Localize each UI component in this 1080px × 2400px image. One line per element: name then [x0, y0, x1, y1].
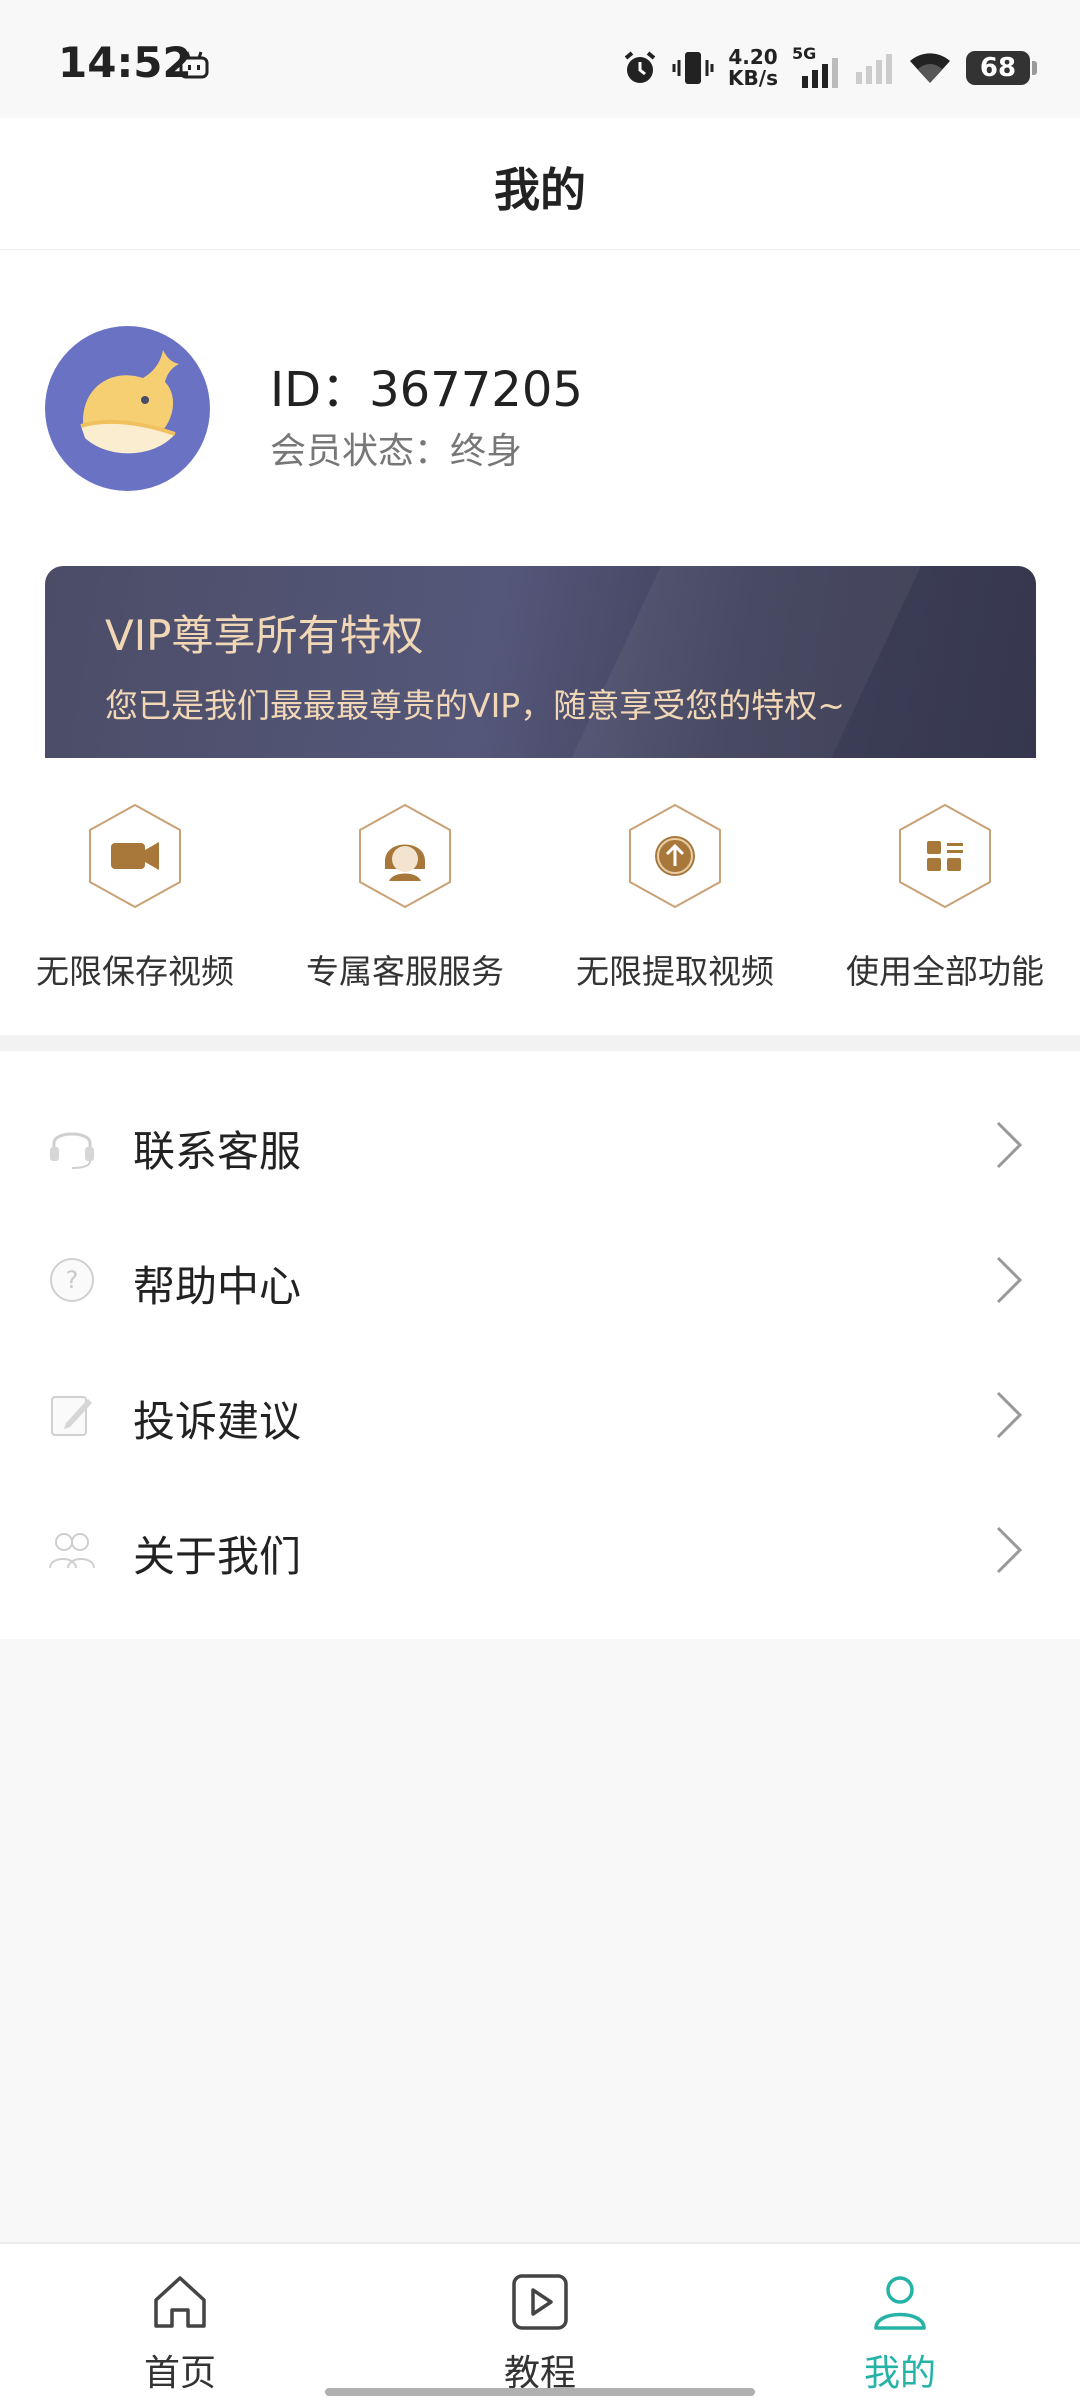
wifi-icon: [910, 53, 950, 83]
privilege-customer-service[interactable]: 专属客服服务: [270, 798, 540, 998]
page-title: 我的: [494, 163, 586, 217]
member-status-label: 会员状态：: [270, 431, 451, 472]
status-time: 14:52: [58, 38, 192, 87]
privilege-save-video[interactable]: 无限保存视频: [0, 798, 270, 998]
avatar[interactable]: [45, 326, 210, 491]
signal-icon: [856, 54, 892, 84]
menu-item-contact-service[interactable]: 联系客服: [0, 1077, 1080, 1212]
nav-tab-home[interactable]: 首页: [0, 2244, 360, 2400]
vip-banner[interactable]: VIP尊享所有特权 您已是我们最最最尊贵的VIP，随意享受您的特权~: [45, 566, 1036, 758]
chevron-right-icon: [996, 1256, 1023, 1303]
privileges-row: 无限保存视频 专属客服服务 无限提取视频 使用全部功能: [0, 798, 1080, 998]
status-icons: 4.20 KB/s 5G 68: [622, 40, 1037, 96]
nav-tab-mine[interactable]: 我的: [720, 2244, 1080, 2400]
vip-description: 您已是我们最最最尊贵的VIP，随意享受您的特权~: [105, 686, 845, 725]
profile-section: ID：3677205 会员状态：终身 VIP尊享所有特权 您已是我们最最最尊贵的…: [0, 250, 1080, 1035]
page-header: 我的: [0, 118, 1080, 250]
user-id: ID：3677205: [270, 362, 583, 418]
upload-arrow-icon: [629, 803, 721, 909]
user-profile-icon: [874, 2276, 926, 2330]
member-status: 会员状态：终身: [270, 422, 522, 474]
chevron-right-icon: [996, 1121, 1023, 1168]
chevron-right-icon: [996, 1526, 1023, 1573]
section-divider: [0, 1035, 1080, 1051]
menu-item-help-center[interactable]: ? 帮助中心: [0, 1212, 1080, 1347]
signal-5g-icon: 5G: [792, 44, 840, 88]
network-speed: 4.20 KB/s: [728, 45, 778, 90]
menu-item-about-us[interactable]: 关于我们: [0, 1482, 1080, 1617]
chevron-right-icon: [996, 1391, 1023, 1438]
nav-tab-tutorial[interactable]: 教程: [360, 2244, 720, 2400]
users-group-icon: [49, 1532, 95, 1568]
notification-robot-icon: [179, 51, 209, 79]
privilege-all-features[interactable]: 使用全部功能: [810, 798, 1080, 998]
menu-item-feedback[interactable]: 投诉建议: [0, 1347, 1080, 1482]
status-bar: 14:52 4.20 KB/s 5G 68: [0, 0, 1080, 118]
bottom-navigation: 首页 教程 我的: [0, 2242, 1080, 2400]
apps-grid-icon: [899, 803, 991, 909]
home-icon: [154, 2276, 206, 2328]
my-page-screen: 14:52 4.20 KB/s 5G 68 我的 ID：3677205 会员状态…: [0, 0, 1080, 2400]
edit-feedback-icon: [51, 1395, 92, 1436]
video-camera-icon: [89, 803, 181, 909]
battery-indicator: 68: [966, 51, 1037, 85]
play-tutorial-icon: [512, 2274, 568, 2330]
alarm-icon: [624, 51, 656, 83]
privilege-extract-video[interactable]: 无限提取视频: [540, 798, 810, 998]
help-question-icon: ?: [50, 1257, 94, 1302]
vip-title: VIP尊享所有特权: [105, 611, 424, 660]
settings-menu: 联系客服 ? 帮助中心 投诉建议 关于我们: [0, 1051, 1080, 1639]
whale-logo-icon: [80, 350, 179, 454]
headset-icon: [50, 1132, 94, 1169]
member-status-value: 终身: [450, 431, 523, 472]
home-indicator-bar[interactable]: [325, 2388, 755, 2396]
svg-text:?: ?: [66, 1266, 79, 1294]
customer-service-agent-icon: [359, 803, 451, 909]
vibrate-icon: [672, 52, 714, 84]
